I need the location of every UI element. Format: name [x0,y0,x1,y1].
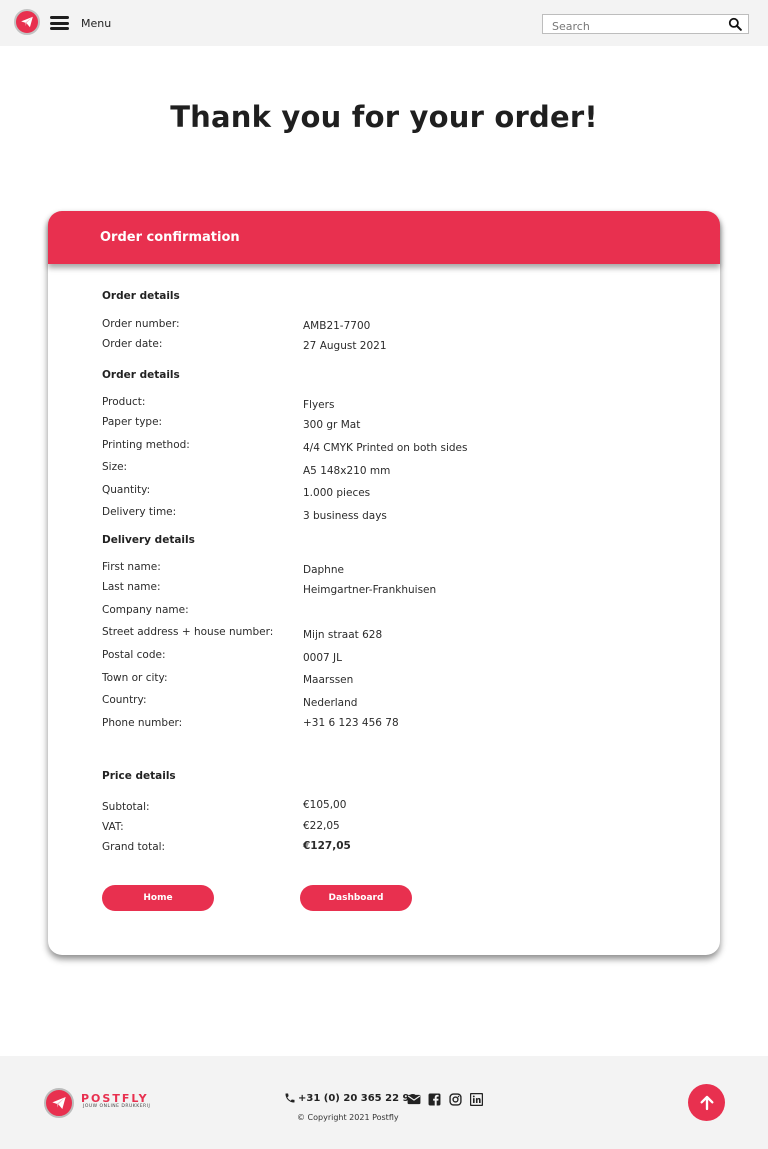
product-details-heading: Order details [102,369,180,381]
grand-total-value: €127,05 [303,840,351,852]
postal-code-value: 0007 JL [303,652,343,664]
paper-type-label: Paper type: [102,416,163,428]
search-input[interactable] [543,17,718,36]
product-label: Product: [102,396,146,408]
order-details-heading: Order details [102,290,180,302]
facebook-icon[interactable] [428,1091,441,1106]
footer: POSTFLY JOUW ONLINE DRUKKERIJ +31 (0) 20… [0,1056,768,1149]
postfly-logo-icon[interactable] [14,9,40,35]
country-label: Country: [102,694,147,706]
paper-type-value: 300 gr Mat [303,419,361,431]
quantity-label: Quantity: [102,484,151,496]
last-name-value: Heimgartner-Frankhuisen [303,584,437,596]
first-name-label: First name: [102,561,161,573]
quantity-value: 1.000 pieces [303,487,371,499]
social-links [407,1091,484,1107]
card-title: Order confirmation [100,230,240,245]
street-address-value: Mijn straat 628 [303,629,383,641]
company-name-label: Company name: [102,604,189,616]
footer-logo-icon[interactable] [44,1088,74,1118]
scroll-to-top-button[interactable] [688,1084,725,1121]
product-value: Flyers [303,399,335,411]
phone-icon [285,1093,295,1103]
street-address-label: Street address + house number: [102,626,274,638]
hamburger-icon [50,16,69,30]
size-value: A5 148x210 mm [303,465,391,477]
menu-button[interactable]: Menu [50,14,111,32]
instagram-icon[interactable] [449,1091,462,1106]
delivery-time-value: 3 business days [303,510,387,522]
postal-code-label: Postal code: [102,649,166,661]
footer-phone-link[interactable]: +31 (0) 20 365 22 93 [284,1092,416,1104]
footer-tagline: JOUW ONLINE DRUKKERIJ [83,1104,151,1109]
linkedin-icon[interactable] [469,1091,484,1107]
delivery-time-label: Delivery time: [102,506,177,518]
arrow-up-icon [700,1095,713,1110]
search-icon[interactable] [728,17,742,31]
order-number-label: Order number: [102,318,180,330]
grand-total-label: Grand total: [102,841,166,853]
card-header: Order confirmation [48,211,720,264]
search-box [542,14,749,36]
last-name-label: Last name: [102,581,161,593]
order-date-label: Order date: [102,338,163,350]
town-value: Maarssen [303,674,354,686]
page-title: Thank you for your order! [170,100,598,134]
printing-method-label: Printing method: [102,439,190,451]
printing-method-value: 4/4 CMYK Printed on both sides [303,442,468,454]
phone-number-label: Phone number: [102,717,183,729]
price-details-heading: Price details [102,770,176,782]
first-name-value: Daphne [303,564,344,576]
vat-label: VAT: [102,821,124,833]
home-button[interactable]: Home [102,885,214,911]
footer-phone-text: +31 (0) 20 365 22 93 [298,1092,417,1104]
country-value: Nederland [303,697,358,709]
phone-number-value: +31 6 123 456 78 [303,717,399,729]
order-number-value: AMB21-7700 [303,320,371,332]
size-label: Size: [102,461,128,473]
vat-value: €22,05 [303,820,340,832]
subtotal-value: €105,00 [303,799,347,811]
menu-label: Menu [81,16,112,30]
order-date-value: 27 August 2021 [303,340,387,352]
copyright-text: © Copyright 2021 Postfly [297,1113,399,1122]
subtotal-label: Subtotal: [102,801,150,813]
town-label: Town or city: [102,672,168,684]
delivery-details-heading: Delivery details [102,534,195,546]
envelope-icon[interactable] [407,1091,421,1105]
top-navbar: Menu [0,0,768,46]
dashboard-button[interactable]: Dashboard [300,885,412,911]
